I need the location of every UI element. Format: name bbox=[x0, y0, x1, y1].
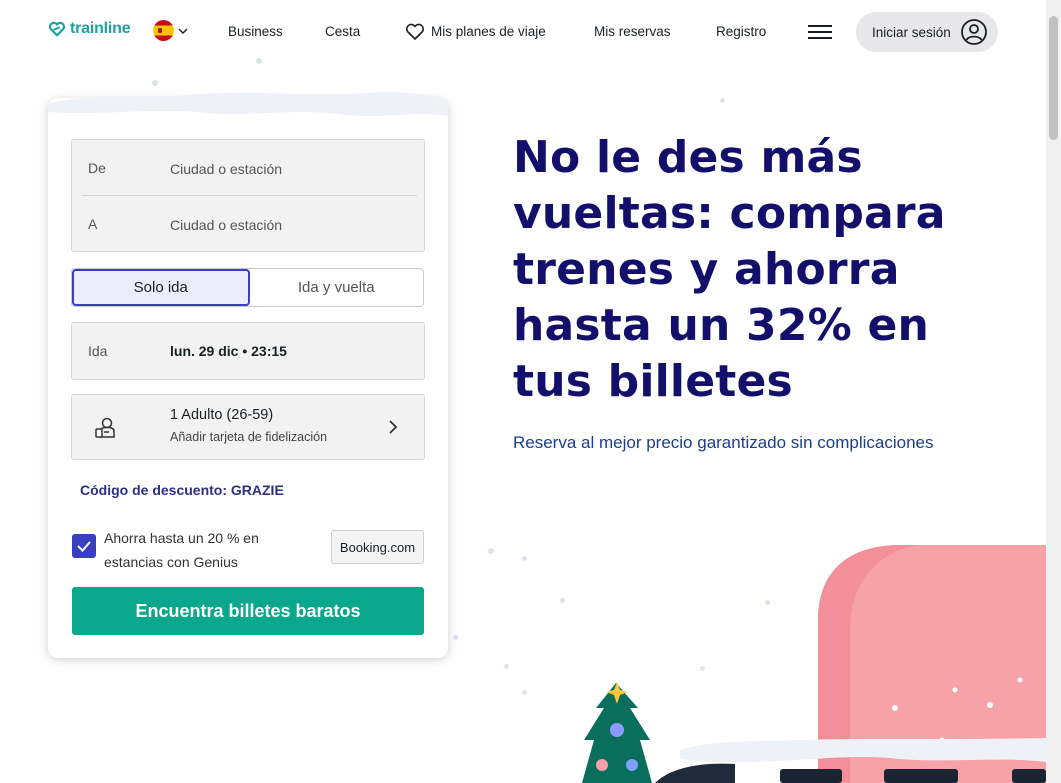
chevron-down-icon bbox=[178, 28, 188, 34]
language-selector[interactable] bbox=[153, 20, 188, 41]
snowflake bbox=[152, 80, 158, 86]
nav-cart[interactable]: Cesta bbox=[325, 24, 360, 39]
trainline-logo-icon bbox=[48, 21, 66, 37]
route-fields: De Ciudad o estación A Ciudad o estación bbox=[71, 139, 425, 252]
top-navigation: trainline Business Cesta Mis planes de v… bbox=[0, 0, 1046, 64]
login-button[interactable]: Iniciar sesión bbox=[856, 12, 998, 52]
snowflake bbox=[453, 635, 458, 640]
login-label: Iniciar sesión bbox=[872, 24, 951, 40]
passengers-selector[interactable]: 1 Adulto (26-59) Añadir tarjeta de fidel… bbox=[71, 394, 425, 460]
logo-text: trainline bbox=[70, 20, 131, 37]
passenger-count: 1 Adulto (26-59) bbox=[170, 407, 274, 423]
christmas-train-illustration bbox=[582, 545, 1046, 783]
genius-checkbox[interactable] bbox=[72, 534, 96, 558]
origin-label: De bbox=[88, 160, 106, 176]
destination-label: A bbox=[88, 216, 98, 232]
snowflake bbox=[504, 664, 509, 669]
spain-flag-icon bbox=[153, 20, 174, 41]
loyalty-card-link: Añadir tarjeta de fidelización bbox=[170, 430, 328, 444]
round-trip-option[interactable]: Ida y vuelta bbox=[250, 269, 424, 306]
nav-register[interactable]: Registro bbox=[716, 24, 766, 39]
passengers-icon bbox=[95, 417, 115, 438]
nav-my-bookings[interactable]: Mis reservas bbox=[594, 24, 671, 39]
scrollbar-thumb[interactable] bbox=[1049, 16, 1058, 140]
hero-subtitle: Reserva al mejor precio garantizado sin … bbox=[513, 433, 934, 452]
checkmark-icon bbox=[77, 541, 91, 552]
snowflake bbox=[256, 58, 262, 64]
trainline-logo[interactable]: trainline bbox=[48, 20, 131, 38]
snowflake bbox=[720, 98, 725, 103]
snowflake bbox=[522, 556, 527, 561]
departure-date-value: lun. 29 dic • 23:15 bbox=[170, 343, 287, 359]
departure-label: Ida bbox=[88, 343, 108, 359]
discount-code-link[interactable]: Código de descuento: GRAZIE bbox=[80, 482, 284, 498]
find-tickets-button[interactable]: Encuentra billetes baratos bbox=[72, 587, 424, 635]
nav-travel-plans[interactable]: Mis planes de viaje bbox=[431, 24, 546, 39]
page-scrollbar[interactable] bbox=[1046, 0, 1061, 783]
hero-title: No le des más vueltas: compara trenes y … bbox=[513, 132, 946, 407]
hamburger-menu-icon[interactable] bbox=[808, 22, 832, 42]
origin-input[interactable]: Ciudad o estación bbox=[170, 161, 282, 177]
nav-business[interactable]: Business bbox=[228, 24, 283, 39]
chevron-right-icon bbox=[389, 420, 398, 434]
snowflake bbox=[522, 690, 527, 695]
one-way-option[interactable]: Solo ida bbox=[72, 269, 250, 306]
snow-cap-decoration bbox=[48, 92, 448, 116]
booking-com-badge: Booking.com bbox=[331, 530, 424, 564]
destination-input[interactable]: Ciudad o estación bbox=[170, 217, 282, 233]
trip-type-toggle: Solo ida Ida y vuelta bbox=[71, 268, 424, 307]
origin-field[interactable]: De Ciudad o estación bbox=[72, 140, 424, 196]
user-avatar-icon bbox=[961, 19, 987, 45]
heart-icon[interactable] bbox=[405, 23, 425, 41]
genius-label: Ahorra hasta un 20 % en estancias con Ge… bbox=[104, 530, 259, 570]
search-form-card: De Ciudad o estación A Ciudad o estación… bbox=[48, 92, 448, 658]
departure-date-field[interactable]: Ida lun. 29 dic • 23:15 bbox=[71, 322, 425, 380]
destination-field[interactable]: A Ciudad o estación bbox=[72, 196, 424, 252]
snowflake bbox=[488, 548, 494, 554]
